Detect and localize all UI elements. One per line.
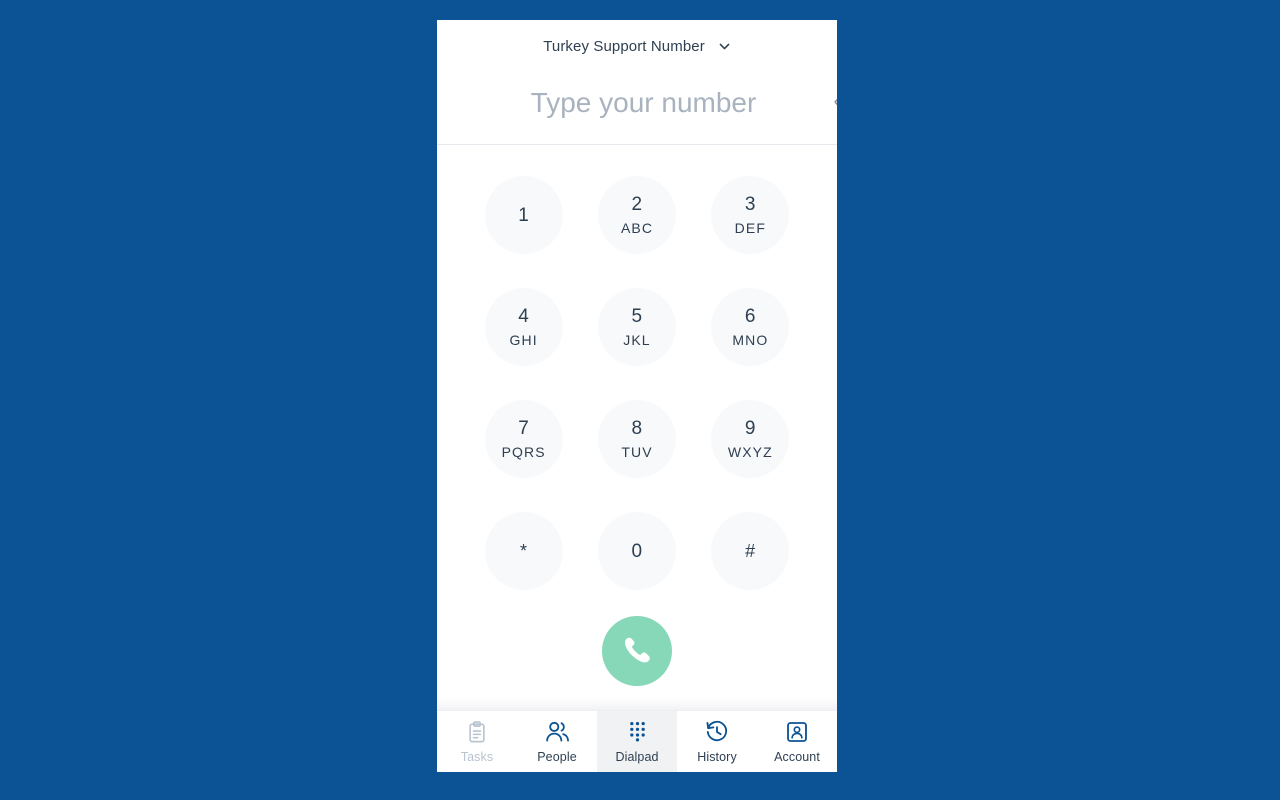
- call-button[interactable]: [602, 616, 672, 686]
- key-digit: 8: [631, 418, 643, 439]
- key-2[interactable]: 2 ABC: [597, 176, 676, 254]
- key-digit: 9: [744, 418, 756, 439]
- key-4[interactable]: 4 GHI: [484, 288, 563, 366]
- clipboard-icon: [466, 720, 488, 744]
- phone-handset-icon: [621, 634, 653, 669]
- key-digit: 1: [518, 204, 530, 226]
- call-button-row: [437, 616, 837, 686]
- key-6[interactable]: 6 MNO: [711, 288, 790, 366]
- account-card-icon: [786, 720, 808, 744]
- key-digit: #: [745, 541, 756, 561]
- key-digit: 5: [631, 306, 643, 327]
- line-selector-label: Turkey Support Number: [543, 37, 705, 55]
- nav-item-label: History: [697, 749, 737, 764]
- dialer-header: Turkey Support Number: [437, 20, 837, 145]
- phone-number-input[interactable]: [463, 87, 830, 119]
- key-5[interactable]: 5 JKL: [597, 288, 676, 366]
- key-digit: 4: [518, 306, 530, 327]
- nav-item-label: Tasks: [460, 749, 494, 764]
- key-9[interactable]: 9 WXYZ: [711, 400, 790, 478]
- key-digit: 2: [631, 194, 643, 215]
- number-entry-row: [437, 72, 837, 134]
- dialpad-icon: [627, 720, 648, 744]
- key-7[interactable]: 7 PQRS: [484, 400, 563, 478]
- key-star[interactable]: *: [484, 512, 563, 590]
- key-letters: WXYZ: [727, 444, 773, 460]
- key-digit: 3: [744, 194, 756, 215]
- dialpad-keys: 1 2 ABC 3 DEF 4 GHI 5 JKL 6 MNO 7 PQRS 8 TUV 9 WXYZ * 0 #: [467, 176, 807, 590]
- key-letters: MNO: [732, 332, 769, 348]
- key-1[interactable]: 1: [484, 176, 563, 254]
- chevron-down-icon: [718, 40, 731, 53]
- key-0[interactable]: 0: [597, 512, 676, 590]
- key-letters: DEF: [734, 220, 766, 236]
- key-letters: ABC: [620, 220, 654, 236]
- phone-app-panel: Turkey Support Number 1 2 ABC 3 DEF 4 GHI 5 JKL 6: [437, 20, 837, 772]
- people-icon: [545, 720, 570, 744]
- key-letters: TUV: [621, 444, 653, 460]
- key-hash[interactable]: #: [711, 512, 790, 590]
- nav-item-label: Account: [774, 749, 820, 764]
- nav-item-history[interactable]: History: [677, 711, 757, 772]
- key-letters: GHI: [509, 332, 538, 348]
- key-digit: 0: [631, 540, 643, 562]
- nav-item-label: People: [537, 749, 577, 764]
- key-digit: 6: [744, 306, 756, 327]
- backspace-icon: [834, 92, 837, 115]
- key-8[interactable]: 8 TUV: [597, 400, 676, 478]
- key-letters: JKL: [623, 332, 651, 348]
- key-3[interactable]: 3 DEF: [711, 176, 790, 254]
- key-digit: 7: [518, 418, 530, 439]
- keypad-area: 1 2 ABC 3 DEF 4 GHI 5 JKL 6 MNO 7 PQRS 8 TUV 9 WXYZ * 0 #: [437, 145, 837, 698]
- nav-item-account[interactable]: Account: [757, 711, 837, 772]
- backspace-button[interactable]: [830, 86, 837, 120]
- line-selector-dropdown[interactable]: Turkey Support Number: [437, 20, 837, 72]
- nav-shadow: [437, 698, 837, 710]
- nav-item-tasks: Tasks: [437, 711, 517, 772]
- key-letters: PQRS: [501, 444, 546, 460]
- bottom-navigation-bar: Tasks People Dialpad History Account: [437, 710, 837, 772]
- key-digit: *: [520, 541, 528, 561]
- nav-item-people[interactable]: People: [517, 711, 597, 772]
- nav-item-dialpad[interactable]: Dialpad: [597, 711, 677, 772]
- clock-arrow-icon: [705, 720, 729, 744]
- nav-item-label: Dialpad: [615, 749, 659, 764]
